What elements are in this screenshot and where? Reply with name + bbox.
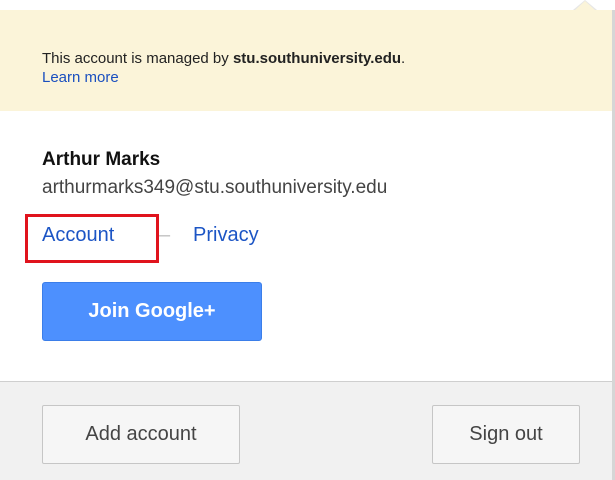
popup-top-strip xyxy=(0,0,615,10)
add-account-button[interactable]: Add account xyxy=(42,405,240,464)
user-email: arthurmarks349@stu.southuniversity.edu xyxy=(42,177,388,198)
sign-out-button[interactable]: Sign out xyxy=(432,405,580,464)
user-name: Arthur Marks xyxy=(42,149,161,170)
popup-footer: Add account Sign out xyxy=(0,381,615,480)
link-separator: – xyxy=(159,224,171,246)
popup-caret-inner xyxy=(575,1,595,10)
banner-prefix: This account is managed by xyxy=(42,50,229,67)
managed-account-banner: This account is managed by stu.southuniv… xyxy=(0,10,615,111)
join-google-plus-button[interactable]: Join Google+ xyxy=(42,282,262,341)
account-link[interactable]: Account xyxy=(42,222,114,248)
user-info: Arthur Marks arthurmarks349@stu.southuni… xyxy=(42,148,387,200)
account-popup: This account is managed by stu.southuniv… xyxy=(0,0,615,480)
banner-suffix: . xyxy=(401,50,406,67)
learn-more-link[interactable]: Learn more xyxy=(42,68,119,87)
privacy-link[interactable]: Privacy xyxy=(193,222,259,248)
banner-domain: stu.southuniversity.edu xyxy=(232,50,402,67)
